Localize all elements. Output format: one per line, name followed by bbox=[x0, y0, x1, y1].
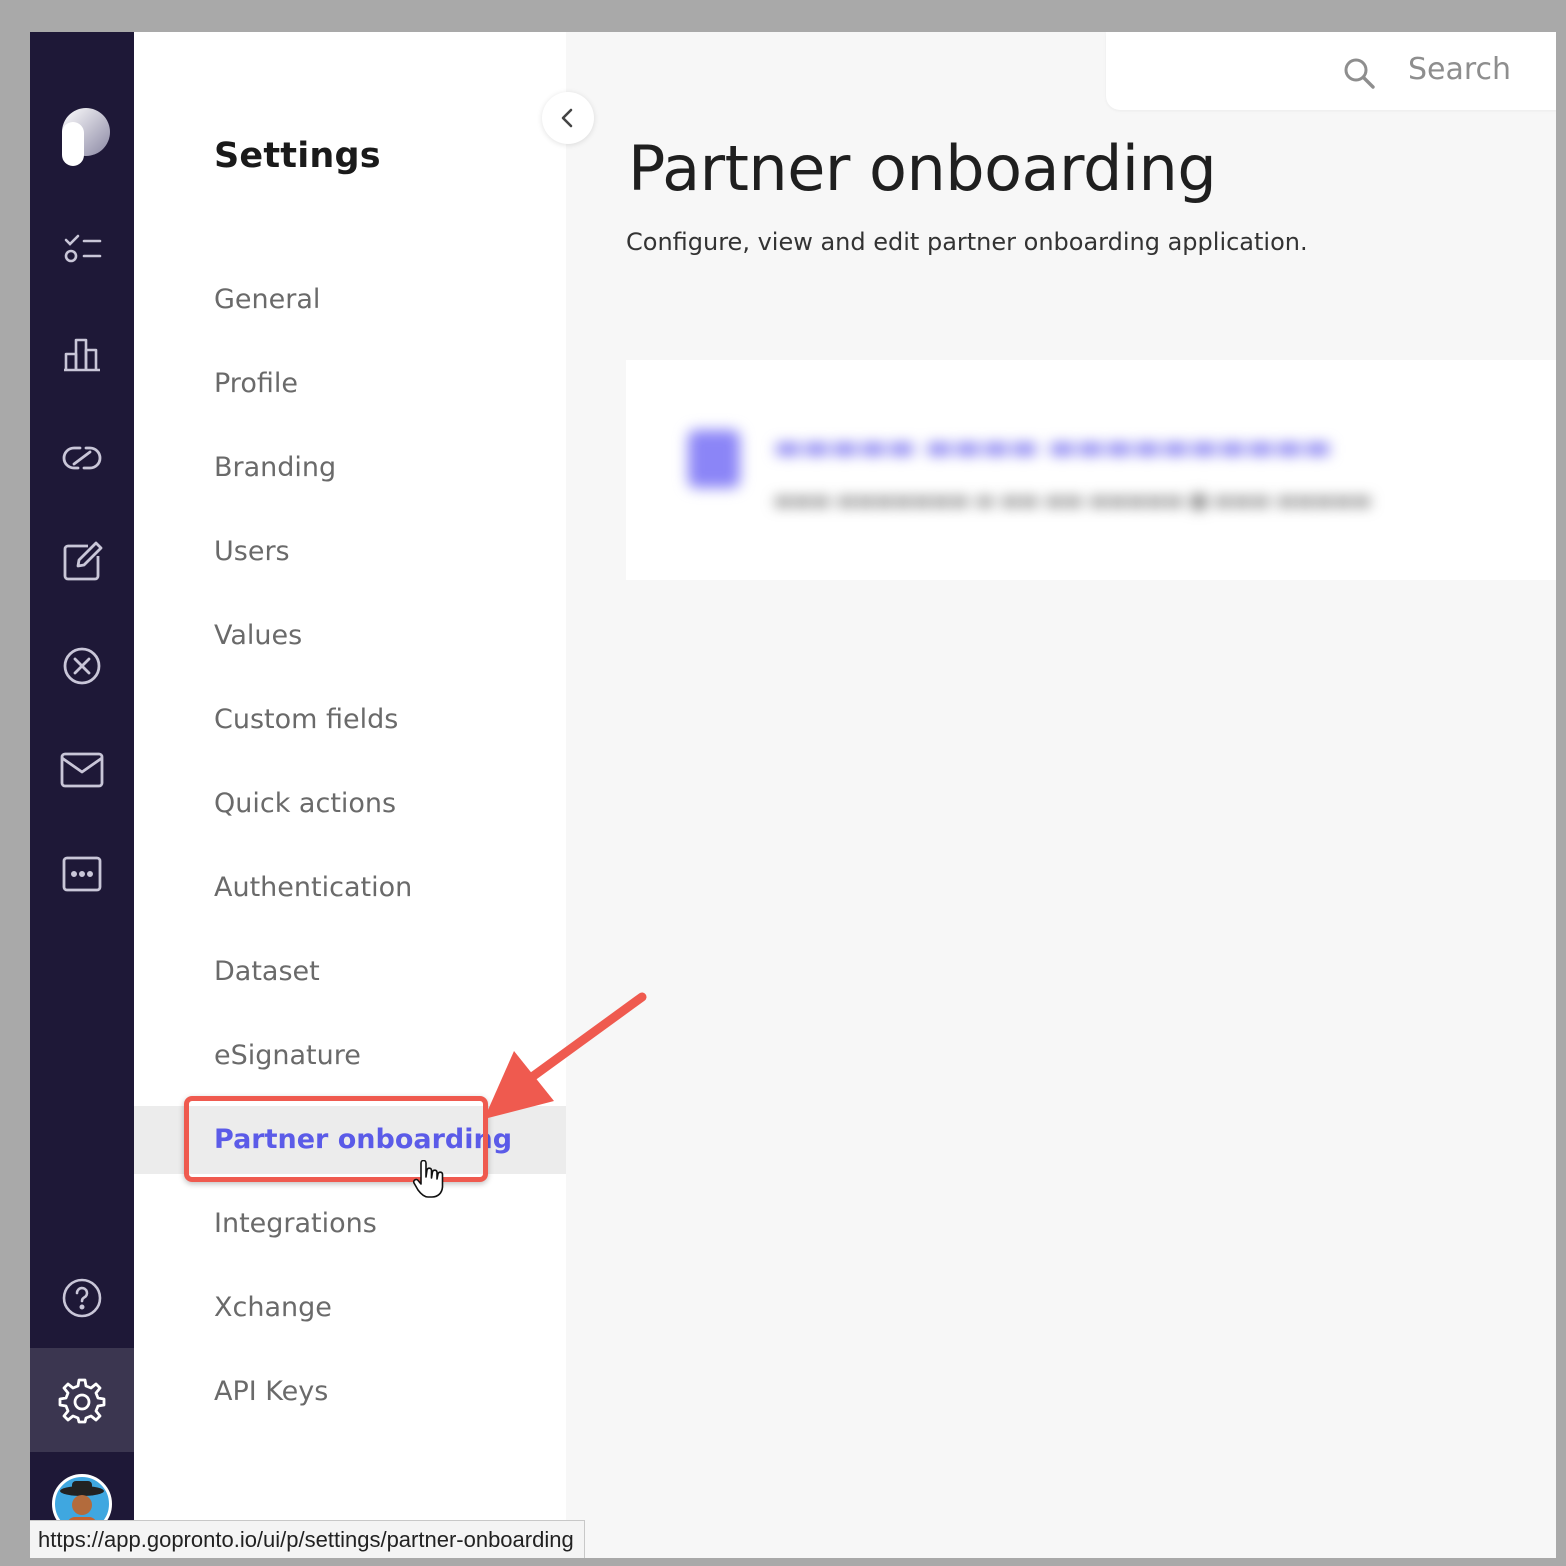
settings-panel: Settings General Profile Branding Users … bbox=[134, 32, 566, 1558]
hand-cursor-icon bbox=[412, 1160, 444, 1198]
integrations-link-icon[interactable] bbox=[58, 434, 106, 482]
analytics-icon[interactable] bbox=[58, 330, 106, 378]
settings-item-integrations[interactable]: Integrations bbox=[134, 1190, 566, 1258]
settings-item-values[interactable]: Values bbox=[134, 602, 566, 670]
logo-icon[interactable] bbox=[50, 104, 114, 168]
settings-item-branding[interactable]: Branding bbox=[134, 434, 566, 502]
settings-title: Settings bbox=[214, 136, 381, 176]
chevron-left-icon bbox=[561, 108, 573, 128]
help-icon[interactable] bbox=[58, 1274, 106, 1322]
settings-item-profile[interactable]: Profile bbox=[134, 350, 566, 418]
application-meta-redacted: ▬▬▬ ▬▬▬▬▬▬▬ ▬ ▬▬ ▬▬ ▬▬▬▬▬ ● ▬▬▬ ▬▬▬▬▬ bbox=[774, 488, 1372, 512]
gear-icon[interactable] bbox=[58, 1376, 106, 1424]
collapse-panel-button[interactable] bbox=[542, 92, 594, 144]
application-name-redacted[interactable]: ▬▬▬▬▬ ▬▬▬▬ ▬▬▬▬▬▬▬▬▬▬ bbox=[774, 430, 1332, 465]
search-bar[interactable]: Search bbox=[1106, 32, 1556, 110]
app-window: Settings General Profile Branding Users … bbox=[30, 32, 1556, 1558]
annotation-arrow-icon bbox=[484, 992, 647, 1119]
search-label: Search bbox=[1408, 52, 1512, 87]
settings-item-authentication[interactable]: Authentication bbox=[134, 854, 566, 922]
settings-item-users[interactable]: Users bbox=[134, 518, 566, 586]
cancel-circle-icon[interactable] bbox=[58, 642, 106, 690]
page-title: Partner onboarding bbox=[628, 132, 1217, 205]
more-icon[interactable] bbox=[58, 850, 106, 898]
icon-rail bbox=[30, 32, 134, 1558]
search-icon bbox=[1344, 58, 1375, 89]
settings-item-custom-fields[interactable]: Custom fields bbox=[134, 686, 566, 754]
status-bar-url: https://app.gopronto.io/ui/p/settings/pa… bbox=[30, 1520, 585, 1558]
mail-icon[interactable] bbox=[58, 746, 106, 794]
tasks-icon[interactable] bbox=[58, 226, 106, 274]
document-icon bbox=[688, 430, 740, 488]
settings-item-quick-actions[interactable]: Quick actions bbox=[134, 770, 566, 838]
onboarding-application-card[interactable]: ▬▬▬▬▬ ▬▬▬▬ ▬▬▬▬▬▬▬▬▬▬ ▬▬▬ ▬▬▬▬▬▬▬ ▬ ▬▬ ▬… bbox=[626, 360, 1556, 580]
settings-item-xchange[interactable]: Xchange bbox=[134, 1274, 566, 1342]
page-subtitle: Configure, view and edit partner onboard… bbox=[626, 228, 1308, 256]
settings-item-general[interactable]: General bbox=[134, 266, 566, 334]
settings-item-api-keys[interactable]: API Keys bbox=[134, 1358, 566, 1426]
edit-icon[interactable] bbox=[58, 538, 106, 586]
screenshot-frame: Settings General Profile Branding Users … bbox=[10, 10, 1556, 1558]
